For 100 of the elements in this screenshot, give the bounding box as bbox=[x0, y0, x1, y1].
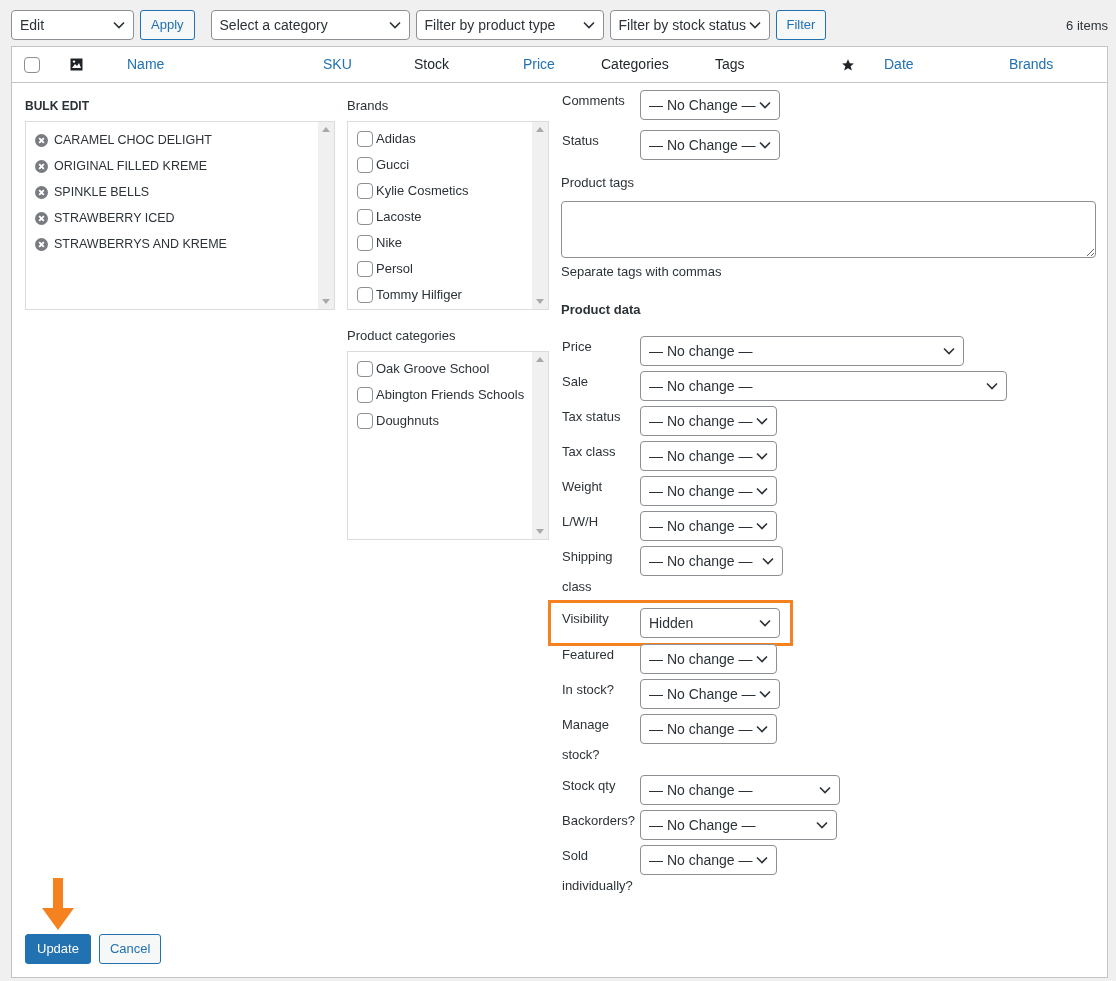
dropdown[interactable]: — No Change — bbox=[640, 679, 780, 709]
scroll-up-icon[interactable] bbox=[536, 357, 544, 362]
field-label: Price bbox=[562, 338, 593, 356]
field-label: Comments bbox=[562, 92, 626, 110]
checkbox[interactable] bbox=[357, 361, 373, 377]
column-header: Categories bbox=[601, 55, 669, 74]
column-header-link[interactable]: Price bbox=[523, 54, 555, 75]
field-label: In stock? bbox=[562, 681, 616, 699]
dropdown[interactable]: Select a category bbox=[210, 10, 410, 40]
checkbox-label: Oak Groove School bbox=[376, 360, 490, 379]
column-header-link[interactable]: Date bbox=[884, 54, 914, 75]
chevron-icon bbox=[816, 821, 828, 829]
dropdown[interactable]: Hidden bbox=[640, 608, 780, 638]
checkbox[interactable] bbox=[357, 209, 373, 225]
checkbox[interactable] bbox=[357, 235, 373, 251]
checkbox[interactable] bbox=[357, 413, 373, 429]
checkbox[interactable] bbox=[357, 131, 373, 147]
remove-icon[interactable] bbox=[35, 159, 48, 173]
field-label: L/W/H bbox=[562, 513, 600, 531]
chevron-icon bbox=[582, 21, 595, 29]
product-name: CARAMEL CHOC DELIGHT bbox=[54, 131, 212, 149]
checkbox[interactable] bbox=[357, 287, 373, 303]
dropdown[interactable]: — No Change — bbox=[640, 810, 837, 840]
dropdown[interactable]: — No change — bbox=[640, 476, 777, 506]
chevron-icon bbox=[756, 452, 768, 460]
field-label: Manage stock? bbox=[562, 716, 610, 764]
field-label: Status bbox=[562, 132, 600, 150]
chevron-icon bbox=[756, 522, 768, 530]
checkbox[interactable] bbox=[24, 56, 40, 73]
scroll-down-icon[interactable] bbox=[536, 529, 544, 534]
section-heading: Product data bbox=[561, 300, 642, 319]
filter-button[interactable]: Filter bbox=[775, 10, 827, 40]
dropdown[interactable]: — No Change — bbox=[640, 90, 780, 120]
dropdown[interactable]: — No change — bbox=[640, 441, 777, 471]
dropdown[interactable]: — No change — bbox=[640, 714, 777, 744]
checkbox[interactable] bbox=[357, 387, 373, 403]
scroll-up-icon[interactable] bbox=[322, 127, 330, 132]
checkbox[interactable] bbox=[357, 157, 373, 173]
chevron-icon bbox=[756, 655, 768, 663]
apply-button[interactable]: Apply bbox=[140, 10, 195, 40]
dropdown[interactable]: Filter by product type bbox=[415, 10, 604, 40]
dropdown[interactable]: — No change — bbox=[640, 546, 783, 576]
section-label: Brands bbox=[347, 97, 390, 116]
scroll-down-icon[interactable] bbox=[322, 299, 330, 304]
update-button[interactable]: Update bbox=[25, 934, 91, 964]
dropdown[interactable]: Edit bbox=[11, 10, 134, 40]
chevron-icon bbox=[756, 487, 768, 495]
field-label: Featured bbox=[562, 646, 616, 664]
chevron-icon bbox=[759, 619, 771, 627]
chevron-icon bbox=[756, 725, 768, 733]
product-name: SPINKLE BELLS bbox=[54, 183, 150, 201]
column-header: Tags bbox=[715, 55, 745, 74]
field-label: Sold individually? bbox=[562, 847, 634, 895]
checkbox-label: Doughnuts bbox=[376, 412, 439, 431]
section-label: Product categories bbox=[347, 327, 457, 346]
field-label: Shipping class bbox=[562, 548, 614, 596]
remove-icon[interactable] bbox=[35, 237, 48, 251]
scrollbar[interactable] bbox=[532, 122, 548, 309]
checkbox[interactable] bbox=[357, 261, 373, 277]
image-icon bbox=[70, 58, 83, 71]
checkbox-label: Nike bbox=[376, 234, 402, 253]
remove-icon[interactable] bbox=[35, 133, 48, 147]
chevron-icon bbox=[759, 101, 771, 109]
scroll-up-icon[interactable] bbox=[536, 127, 544, 132]
chevron-icon bbox=[759, 141, 771, 149]
scrollbar[interactable] bbox=[532, 352, 548, 539]
scrollbar[interactable] bbox=[318, 122, 334, 309]
chevron-icon bbox=[113, 21, 125, 29]
scroll-down-icon[interactable] bbox=[536, 299, 544, 304]
column-header-link[interactable]: SKU bbox=[323, 54, 352, 75]
dropdown[interactable]: — No change — bbox=[640, 406, 777, 436]
checkbox-label: Adidas bbox=[376, 130, 416, 149]
field-label: Visibility bbox=[562, 610, 610, 628]
dropdown[interactable]: — No change — bbox=[640, 775, 840, 805]
cancel-button[interactable]: Cancel bbox=[98, 934, 162, 964]
checkbox-label: Abington Friends Schools bbox=[376, 386, 525, 405]
star-icon bbox=[841, 57, 855, 72]
chevron-icon bbox=[762, 557, 774, 565]
chevron-icon bbox=[759, 690, 771, 698]
chevron-icon bbox=[943, 347, 955, 355]
tags-field[interactable] bbox=[561, 201, 1096, 258]
dropdown[interactable]: — No change — bbox=[640, 511, 777, 541]
dropdown[interactable]: — No change — bbox=[640, 371, 1007, 401]
field-label: Sale bbox=[562, 373, 590, 391]
remove-icon[interactable] bbox=[35, 185, 48, 199]
field-label: Backorders? bbox=[562, 812, 636, 830]
dropdown[interactable]: — No change — bbox=[640, 644, 777, 674]
column-header-link[interactable]: Name bbox=[127, 54, 165, 75]
column-header: Stock bbox=[414, 55, 449, 74]
dropdown[interactable]: — No Change — bbox=[640, 130, 780, 160]
chevron-icon bbox=[388, 21, 401, 29]
checkbox[interactable] bbox=[357, 183, 373, 199]
dropdown[interactable]: — No change — bbox=[640, 336, 964, 366]
checkbox-label: Lacoste bbox=[376, 208, 422, 227]
column-header-link[interactable]: Brands bbox=[1009, 54, 1054, 75]
checkbox-label: Gucci bbox=[376, 156, 410, 175]
remove-icon[interactable] bbox=[35, 211, 48, 225]
dropdown[interactable]: Filter by stock status bbox=[609, 10, 770, 40]
chevron-icon bbox=[756, 856, 768, 864]
dropdown[interactable]: — No change — bbox=[640, 845, 777, 875]
